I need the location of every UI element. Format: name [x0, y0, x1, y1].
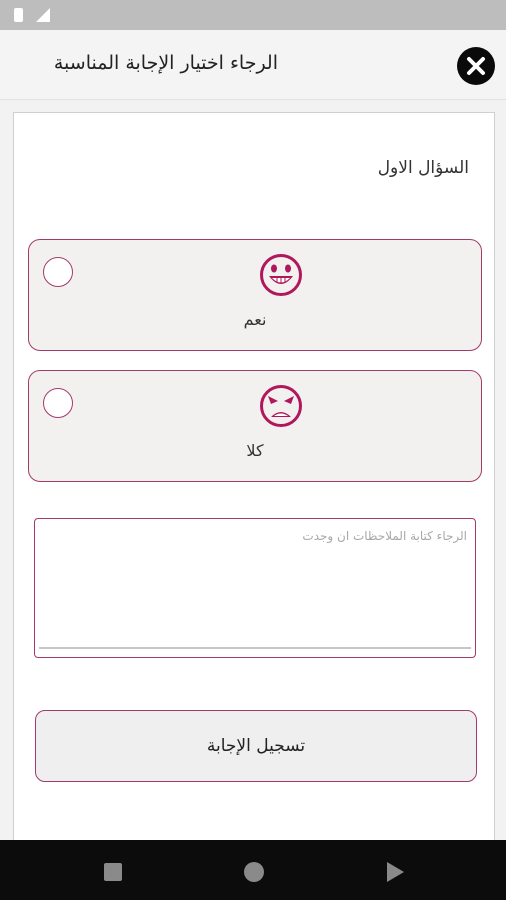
close-button[interactable] [457, 47, 495, 85]
header: الرجاء اختيار الإجابة المناسبة [0, 30, 506, 100]
sim-card-icon [14, 8, 23, 22]
status-bar [0, 0, 506, 30]
option-no-label: كلا [246, 441, 264, 460]
square-back-icon[interactable] [104, 863, 122, 881]
option-no[interactable]: كلا [28, 370, 482, 482]
radio-button-no[interactable] [43, 388, 73, 418]
radio-button-yes[interactable] [43, 257, 73, 287]
happy-face-icon [260, 254, 302, 296]
option-yes-label: نعم [243, 310, 267, 329]
circle-home-icon[interactable] [244, 862, 264, 882]
triangle-recent-icon[interactable] [387, 862, 404, 882]
option-yes[interactable]: نعم [28, 239, 482, 351]
signal-icon [36, 8, 50, 22]
angry-face-icon [260, 385, 302, 427]
close-icon [467, 57, 485, 75]
navigation-bar [0, 840, 506, 900]
notes-underline [39, 647, 471, 649]
notes-box [34, 518, 476, 658]
question-card: السؤال الاول نعم كلا تسجي [13, 112, 495, 852]
notes-input[interactable] [43, 529, 467, 629]
question-title: السؤال الاول [377, 158, 469, 178]
page-title: الرجاء اختيار الإجابة المناسبة [53, 52, 278, 74]
submit-button[interactable]: تسجيل الإجابة [35, 710, 477, 782]
